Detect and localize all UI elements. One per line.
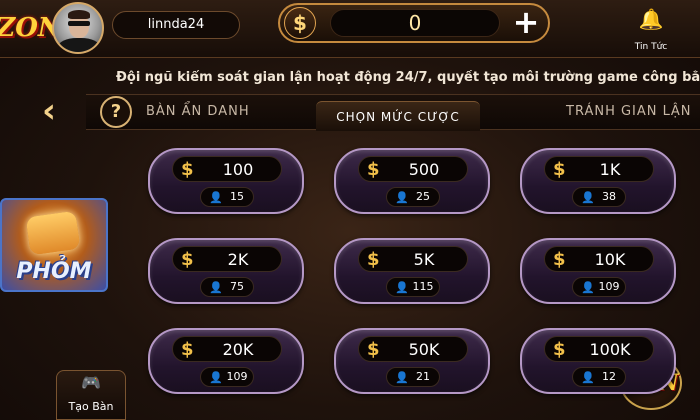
player-count: 115: [412, 280, 434, 293]
bet-amount: 50K: [408, 340, 440, 359]
bet-amount-pill: $500: [358, 156, 468, 182]
player-count: 12: [602, 370, 616, 383]
bet-amount: 20K: [222, 340, 254, 359]
bet-amount: 2K: [227, 250, 249, 269]
bet-amount: 500: [408, 160, 440, 179]
player-count: 25: [416, 190, 430, 203]
bet-option[interactable]: $100K 👤 12: [520, 328, 676, 394]
dollar-icon: $: [553, 339, 566, 360]
game-name: PHỎM: [16, 259, 92, 284]
news-label: Tin Tức: [634, 42, 668, 52]
balance-bar: $ 0 +: [278, 3, 550, 43]
create-table-button[interactable]: 🎮 Tạo Bàn: [56, 370, 126, 420]
person-icon: 👤: [209, 191, 223, 204]
bet-amount-pill: $1K: [544, 156, 654, 182]
bet-amount-pill: $100K: [544, 336, 654, 362]
bet-amount-pill: $50K: [358, 336, 468, 362]
person-icon: 👤: [209, 281, 223, 294]
player-count: 109: [598, 280, 620, 293]
person-icon: 👤: [581, 191, 595, 204]
balance-value: 0: [330, 9, 500, 37]
create-table-label: Tạo Bàn: [68, 400, 114, 413]
news-ticker: Đội ngũ kiểm soát gian lận hoạt động 24/…: [116, 70, 700, 85]
tab-choose-bet[interactable]: CHỌN MỨC CƯỢC: [316, 101, 480, 131]
dollar-icon: $: [553, 159, 566, 180]
player-count-pill: 👤 12: [572, 367, 626, 387]
bet-amount-pill: $5K: [358, 246, 468, 272]
bet-option[interactable]: $5K 👤 115: [334, 238, 490, 304]
bet-amount: 100: [222, 160, 254, 179]
dollar-icon: $: [367, 159, 380, 180]
player-count-pill: 👤 75: [200, 277, 254, 297]
player-count-pill: 👤 109: [200, 367, 254, 387]
dollar-icon: $: [367, 249, 380, 270]
tab-anonymous-table[interactable]: BÀN ẨN DANH: [146, 95, 250, 129]
bet-amount: 5K: [413, 250, 435, 269]
bell-icon: 🔔: [638, 7, 664, 31]
person-icon: 👤: [395, 281, 409, 294]
bet-option[interactable]: $100 👤 15: [148, 148, 304, 214]
username-label[interactable]: linnda24: [112, 11, 240, 39]
player-count-pill: 👤 21: [386, 367, 440, 387]
player-count-pill: 👤 115: [386, 277, 440, 297]
dollar-icon: $: [553, 249, 566, 270]
bet-amount-pill: $100: [172, 156, 282, 182]
controller-icon: 🎮: [81, 373, 101, 392]
person-icon: 👤: [395, 191, 409, 204]
bet-option[interactable]: $20K 👤 109: [148, 328, 304, 394]
bet-amount: 10K: [594, 250, 626, 269]
bet-option[interactable]: $50K 👤 21: [334, 328, 490, 394]
dollar-icon: $: [181, 339, 194, 360]
bet-amount-pill: $20K: [172, 336, 282, 362]
tab-bar: ? BÀN ẨN DANH CHỌN MỨC CƯỢC TRÁNH GIAN L…: [86, 94, 700, 131]
bet-option[interactable]: $500 👤 25: [334, 148, 490, 214]
player-count-pill: 👤 38: [572, 187, 626, 207]
player-count: 15: [230, 190, 244, 203]
bet-option[interactable]: $2K 👤 75: [148, 238, 304, 304]
bet-amount-pill: $10K: [544, 246, 654, 272]
chevron-left-icon: ‹: [41, 91, 56, 131]
player-count: 21: [416, 370, 430, 383]
player-count-pill: 👤 109: [572, 277, 626, 297]
news-button[interactable]: 🔔 Tin Tức: [615, 4, 687, 54]
bet-amount: 1K: [599, 160, 621, 179]
player-count: 38: [602, 190, 616, 203]
person-icon: 👤: [209, 371, 223, 384]
zon-logo: ZON: [0, 13, 62, 43]
dollar-icon: $: [181, 159, 194, 180]
player-count: 109: [226, 370, 248, 383]
person-icon: 👤: [581, 371, 595, 384]
help-button[interactable]: ?: [100, 96, 132, 128]
bet-option[interactable]: $10K 👤 109: [520, 238, 676, 304]
back-button[interactable]: ‹: [34, 94, 64, 128]
top-bar: ZON linnda24 $ 0 + 🔔 Tin Tức: [0, 0, 700, 58]
dollar-icon: $: [181, 249, 194, 270]
dollar-icon: $: [367, 339, 380, 360]
dollar-icon: $: [284, 7, 316, 39]
game-card-phom[interactable]: PHỎM: [0, 198, 108, 292]
player-count: 75: [230, 280, 244, 293]
bet-amount-pill: $2K: [172, 246, 282, 272]
avatar[interactable]: [52, 2, 104, 54]
bet-option[interactable]: $1K 👤 38: [520, 148, 676, 214]
bet-amount: 100K: [589, 340, 631, 359]
player-count-pill: 👤 25: [386, 187, 440, 207]
player-count-pill: 👤 15: [200, 187, 254, 207]
person-icon: 👤: [395, 371, 409, 384]
add-funds-button[interactable]: +: [510, 6, 542, 39]
tab-anti-cheat[interactable]: TRÁNH GIAN LẬN: [566, 95, 692, 129]
cards-icon: [25, 210, 81, 256]
person-icon: 👤: [581, 281, 595, 294]
